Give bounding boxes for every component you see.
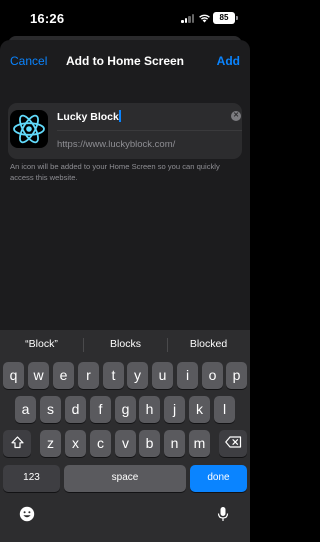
cellular-signal-icon (181, 14, 195, 23)
key-m[interactable]: m (189, 430, 210, 457)
emoji-icon[interactable] (19, 506, 35, 522)
status-time: 16:26 (30, 11, 65, 26)
key-j[interactable]: j (164, 396, 185, 423)
suggestion-2[interactable]: Blocks (84, 338, 167, 350)
shift-key[interactable] (3, 430, 31, 457)
info-text: An icon will be added to your Home Scree… (10, 162, 220, 182)
microphone-icon[interactable] (215, 506, 231, 522)
shortcut-name-input[interactable]: Lucky Block (57, 109, 222, 125)
key-w[interactable]: w (28, 362, 49, 389)
add-to-home-sheet (0, 40, 250, 330)
key-z[interactable]: z (40, 430, 61, 457)
suggestion-3[interactable]: Blocked (167, 338, 250, 350)
cancel-button[interactable]: Cancel (10, 54, 47, 68)
text-caret (119, 110, 121, 122)
add-button[interactable]: Add (217, 54, 240, 68)
backspace-icon (224, 436, 241, 448)
key-b[interactable]: b (139, 430, 160, 457)
key-r[interactable]: r (78, 362, 99, 389)
battery-icon: 85 (213, 12, 238, 24)
key-n[interactable]: n (164, 430, 185, 457)
key-h[interactable]: h (139, 396, 160, 423)
key-c[interactable]: c (90, 430, 111, 457)
wifi-icon (199, 14, 210, 23)
key-d[interactable]: d (65, 396, 86, 423)
done-key[interactable]: done (190, 465, 247, 492)
key-e[interactable]: e (53, 362, 74, 389)
key-a[interactable]: a (15, 396, 36, 423)
suggestion-1[interactable]: “Block” (0, 338, 83, 350)
space-key[interactable]: space (64, 465, 186, 492)
status-bar: 16:26 85 (0, 0, 250, 38)
key-x[interactable]: x (65, 430, 86, 457)
delete-key[interactable] (219, 430, 247, 457)
key-s[interactable]: s (40, 396, 61, 423)
key-i[interactable]: i (177, 362, 198, 389)
key-u[interactable]: u (152, 362, 173, 389)
react-atom-app-icon (10, 110, 48, 148)
key-o[interactable]: o (202, 362, 223, 389)
shortcut-name-value: Lucky Block (57, 111, 119, 123)
website-url: https://www.luckyblock.com/ (57, 139, 176, 150)
key-p[interactable]: p (226, 362, 247, 389)
shift-icon (10, 436, 24, 449)
field-divider (57, 130, 242, 131)
key-l[interactable]: l (214, 396, 235, 423)
numbers-key[interactable]: 123 (3, 465, 60, 492)
key-y[interactable]: y (127, 362, 148, 389)
key-f[interactable]: f (90, 396, 111, 423)
key-k[interactable]: k (189, 396, 210, 423)
key-t[interactable]: t (103, 362, 124, 389)
key-g[interactable]: g (115, 396, 136, 423)
key-q[interactable]: q (3, 362, 24, 389)
key-v[interactable]: v (115, 430, 136, 457)
clear-text-icon[interactable]: ✕ (231, 111, 241, 121)
